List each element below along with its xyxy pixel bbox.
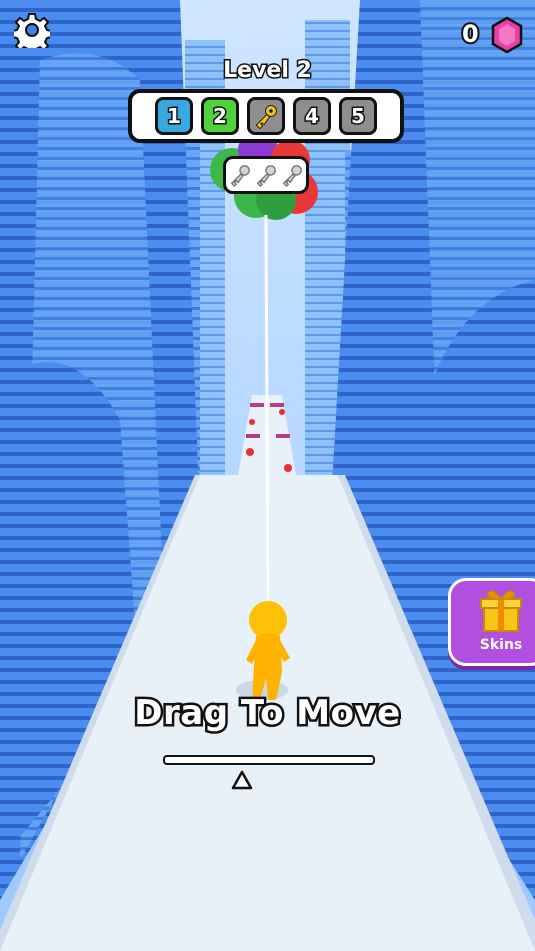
gem-count: 0 (460, 18, 481, 50)
key-icon (230, 165, 250, 187)
key-icon (256, 165, 276, 187)
level-5-badge: 5 (339, 97, 377, 135)
key-icon (282, 165, 302, 187)
key-icon (255, 105, 277, 129)
level-2-badge: 2 (201, 97, 239, 135)
drag-instruction: Drag To Move (132, 691, 403, 736)
drag-slider-track[interactable] (163, 755, 375, 765)
key-level-badge (247, 97, 285, 135)
skins-label: Skins (479, 637, 523, 653)
gift-icon (480, 590, 522, 632)
gear-icon[interactable] (14, 12, 50, 48)
level-title: Level 2 (222, 57, 314, 85)
level-progress: 1 2 4 5 (128, 89, 404, 143)
skins-button[interactable]: Skins (448, 578, 535, 666)
keys-collected (223, 156, 309, 194)
gem-icon (491, 16, 523, 54)
triangle-icon[interactable] (231, 770, 253, 790)
level-4-badge: 4 (293, 97, 331, 135)
level-1-badge: 1 (155, 97, 193, 135)
